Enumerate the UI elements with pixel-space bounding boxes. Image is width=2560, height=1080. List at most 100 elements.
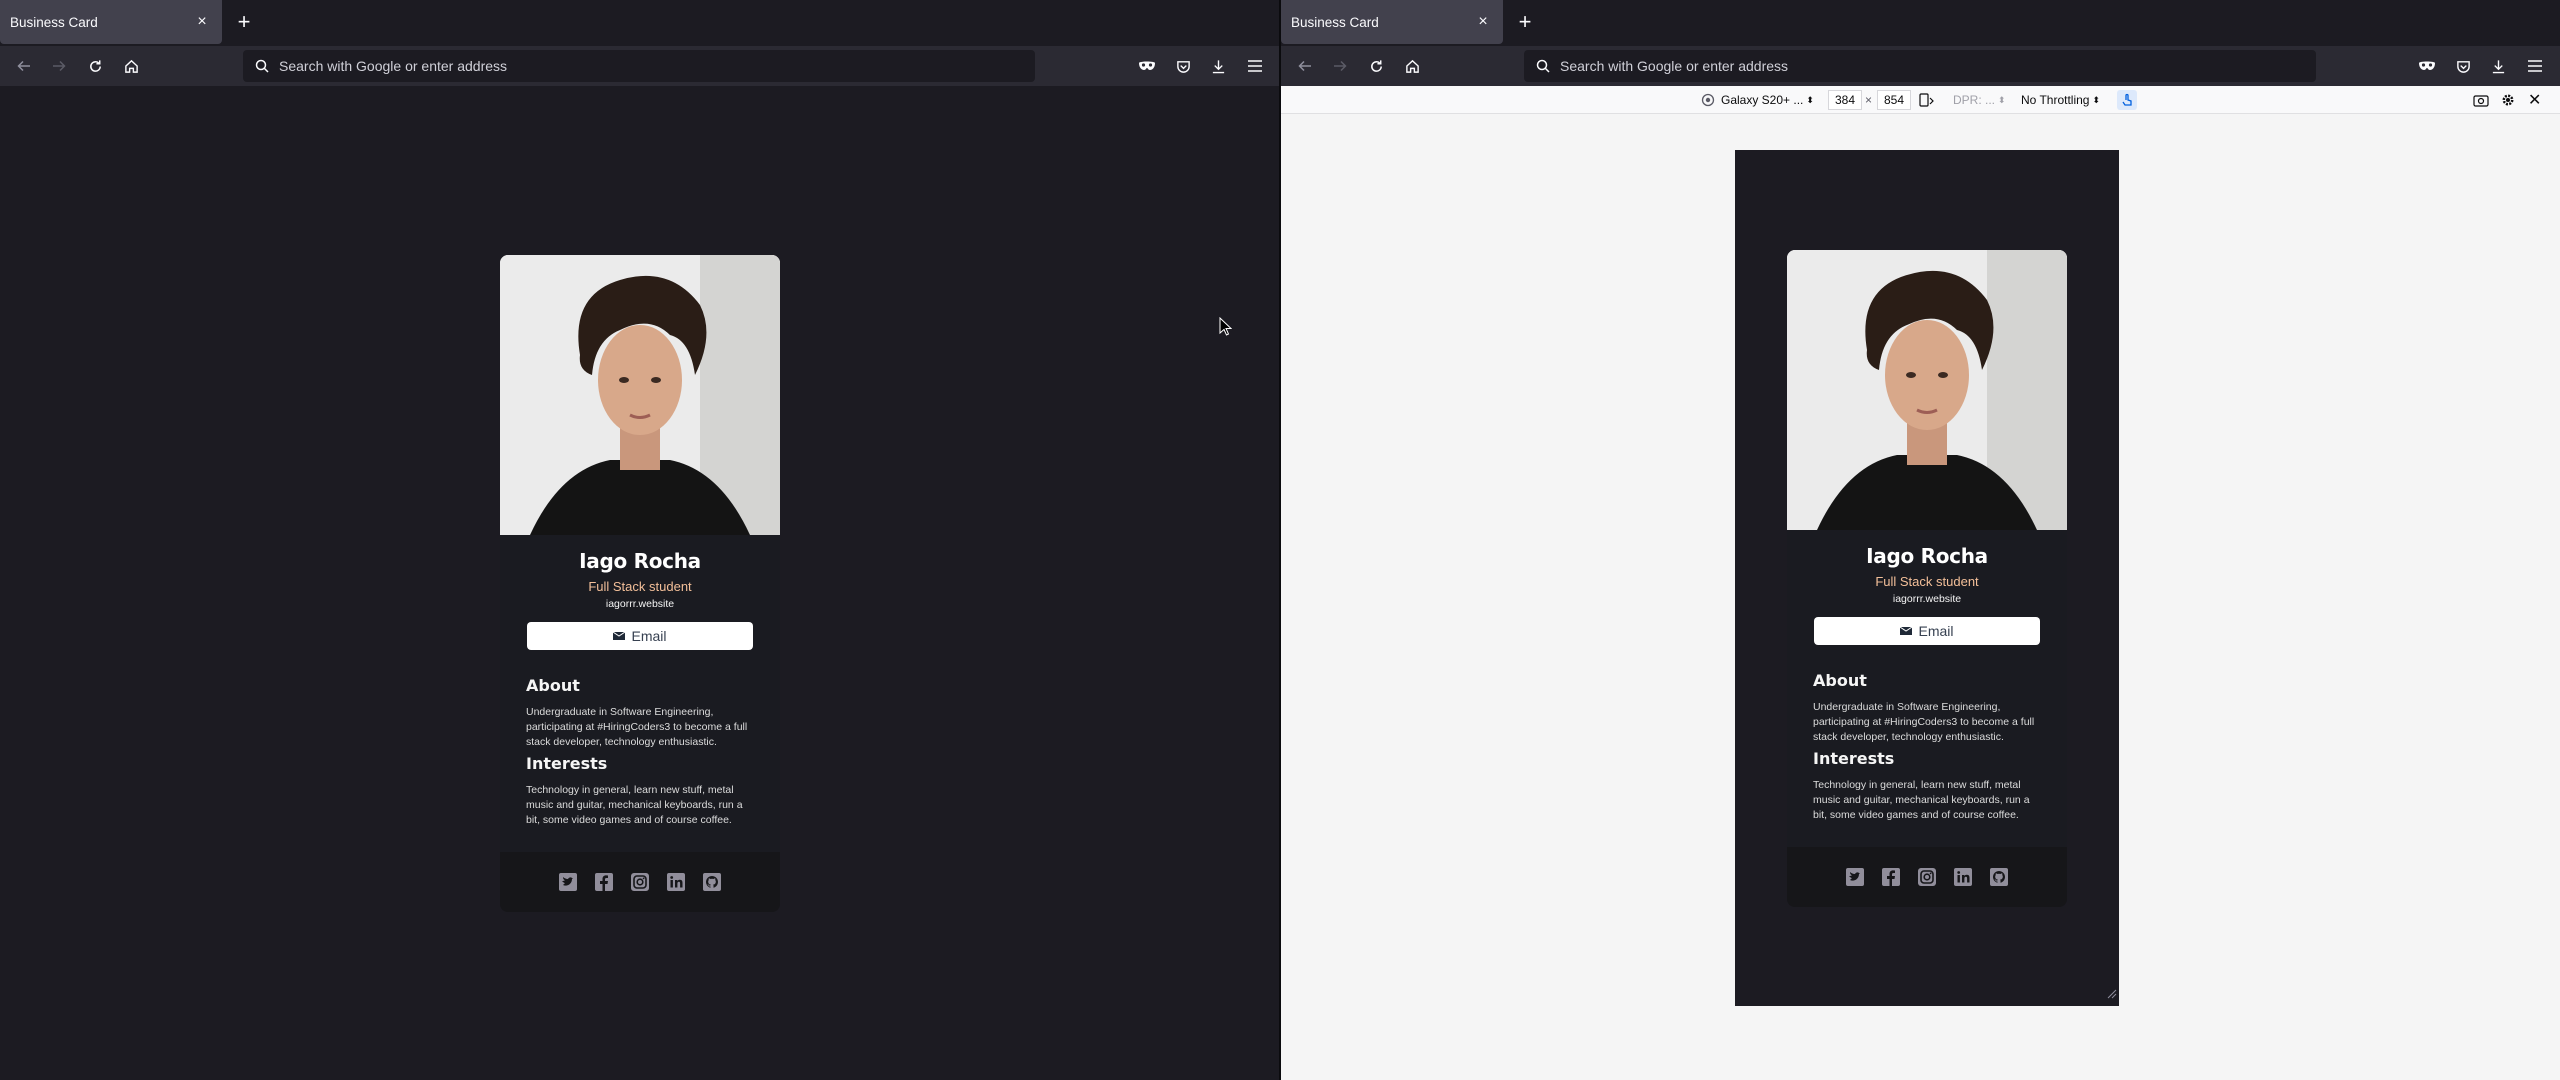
dpr-value: DPR: ... — [1953, 93, 1996, 107]
twitter-icon[interactable] — [557, 871, 579, 893]
address-input[interactable] — [279, 58, 879, 74]
dpr-selector[interactable]: DPR: ... ⬍ — [1953, 90, 2006, 110]
facebook-icon[interactable] — [1880, 866, 1902, 888]
email-button-label: Email — [631, 628, 667, 644]
card-body: About Undergraduate in Software Engineer… — [500, 650, 780, 852]
forward-icon[interactable] — [1330, 56, 1350, 76]
business-card: Iago Rocha Full Stack student iagorrr.we… — [1787, 250, 2067, 907]
new-tab-icon[interactable]: + — [234, 11, 254, 33]
instagram-icon[interactable] — [1916, 866, 1938, 888]
menu-icon[interactable] — [2525, 56, 2545, 76]
device-selector[interactable]: Galaxy S20+ ... ⬍ — [1701, 90, 1814, 110]
profile-photo — [1787, 250, 2067, 530]
width-input[interactable]: 384 — [1828, 90, 1862, 110]
email-button-label: Email — [1918, 623, 1954, 639]
envelope-icon — [1900, 626, 1913, 635]
close-tab-icon[interactable]: × — [1473, 12, 1493, 32]
interests-heading: Interests — [1813, 749, 1895, 768]
instagram-icon[interactable] — [629, 871, 651, 893]
linkedin-icon[interactable] — [1952, 866, 1974, 888]
globe-icon — [1701, 93, 1715, 107]
new-tab-icon[interactable]: + — [1515, 11, 1535, 33]
back-icon[interactable] — [14, 56, 34, 76]
card-website[interactable]: iagorrr.website — [500, 598, 780, 610]
back-icon[interactable] — [1295, 56, 1315, 76]
tab-title: Business Card — [1291, 14, 1379, 30]
linkedin-icon[interactable] — [665, 871, 687, 893]
card-info: Iago Rocha Full Stack student iagorrr.we… — [500, 535, 780, 650]
search-icon — [255, 59, 269, 73]
browser-window-right: Business Card × + Galaxy S20+ ... ⬍ 384 … — [1281, 0, 2560, 1080]
rotate-icon[interactable] — [1919, 90, 1935, 110]
card-name: Iago Rocha — [579, 549, 701, 573]
dimension-separator: × — [1865, 93, 1873, 107]
facebook-icon[interactable] — [593, 871, 615, 893]
interests-heading: Interests — [526, 754, 608, 773]
twitter-icon[interactable] — [1844, 866, 1866, 888]
about-heading: About — [526, 676, 580, 695]
downloads-icon[interactable] — [1208, 56, 1228, 76]
card-website[interactable]: iagorrr.website — [1787, 593, 2067, 605]
about-heading: About — [1813, 671, 1867, 690]
height-input[interactable]: 854 — [1877, 90, 1911, 110]
settings-icon[interactable] — [2501, 90, 2515, 110]
envelope-icon — [613, 631, 626, 640]
menu-icon[interactable] — [1245, 56, 1265, 76]
pocket-icon[interactable] — [2453, 56, 2473, 76]
about-text: Undergraduate in Software Engineering, p… — [526, 706, 748, 748]
about-text: Undergraduate in Software Engineering, p… — [1813, 701, 2035, 743]
reload-icon[interactable] — [1366, 56, 1386, 76]
device-viewport: Iago Rocha Full Stack student iagorrr.we… — [1735, 150, 2119, 1006]
page-viewport: Iago Rocha Full Stack student iagorrr.we… — [0, 86, 1280, 1080]
screenshot-icon[interactable] — [2473, 90, 2489, 110]
tab-business-card[interactable]: Business Card × — [0, 0, 222, 44]
updown-icon: ⬍ — [1998, 94, 2006, 105]
forward-icon[interactable] — [49, 56, 69, 76]
throttling-value: No Throttling — [2021, 93, 2090, 107]
private-mask-icon[interactable] — [1137, 56, 1157, 76]
mouse-cursor — [1219, 316, 1233, 341]
address-input[interactable] — [1560, 58, 2160, 74]
card-name: Iago Rocha — [1866, 544, 1988, 568]
card-footer — [500, 852, 780, 912]
touch-simulation-icon[interactable] — [2117, 90, 2137, 110]
close-rdm-icon[interactable]: ✕ — [2528, 90, 2541, 110]
interests-text: Technology in general, learn new stuff, … — [526, 784, 743, 826]
reload-icon[interactable] — [85, 56, 105, 76]
home-icon[interactable] — [1402, 56, 1422, 76]
downloads-icon[interactable] — [2488, 56, 2508, 76]
nav-bar — [1281, 46, 2560, 86]
tab-title: Business Card — [10, 14, 98, 30]
github-icon[interactable] — [1988, 866, 2010, 888]
github-icon[interactable] — [701, 871, 723, 893]
card-body: About Undergraduate in Software Engineer… — [1787, 645, 2067, 847]
interests-text: Technology in general, learn new stuff, … — [1813, 779, 2030, 821]
pocket-icon[interactable] — [1173, 56, 1193, 76]
device-name: Galaxy S20+ ... — [1721, 93, 1804, 107]
search-icon — [1536, 59, 1550, 73]
profile-photo — [500, 255, 780, 535]
updown-icon: ⬍ — [1806, 94, 1814, 105]
updown-icon: ⬍ — [2092, 94, 2101, 105]
responsive-design-area: Galaxy S20+ ... ⬍ 384 × 854 DPR: ... ⬍ N… — [1281, 86, 2560, 1080]
close-tab-icon[interactable]: × — [192, 12, 212, 32]
card-role: Full Stack student — [588, 579, 692, 594]
email-button[interactable]: Email — [527, 622, 753, 650]
tab-bar: Business Card × + — [1281, 0, 2560, 46]
throttling-selector[interactable]: No Throttling ⬍ — [2021, 90, 2100, 110]
resize-handle-icon[interactable] — [2107, 986, 2117, 1004]
card-info: Iago Rocha Full Stack student iagorrr.we… — [1787, 530, 2067, 645]
card-footer — [1787, 847, 2067, 907]
nav-bar — [0, 46, 1280, 86]
email-button[interactable]: Email — [1814, 617, 2040, 645]
address-bar[interactable] — [1524, 50, 2316, 82]
address-bar[interactable] — [243, 50, 1035, 82]
home-icon[interactable] — [121, 56, 141, 76]
card-role: Full Stack student — [1875, 574, 1979, 589]
tab-business-card[interactable]: Business Card × — [1281, 0, 1503, 44]
business-card: Iago Rocha Full Stack student iagorrr.we… — [500, 255, 780, 912]
tab-bar: Business Card × + — [0, 0, 1280, 46]
rdm-toolbar: Galaxy S20+ ... ⬍ 384 × 854 DPR: ... ⬍ N… — [1281, 86, 2560, 114]
browser-window-left: Business Card × + Search with Google or … — [0, 0, 1280, 1080]
private-mask-icon[interactable] — [2417, 56, 2437, 76]
